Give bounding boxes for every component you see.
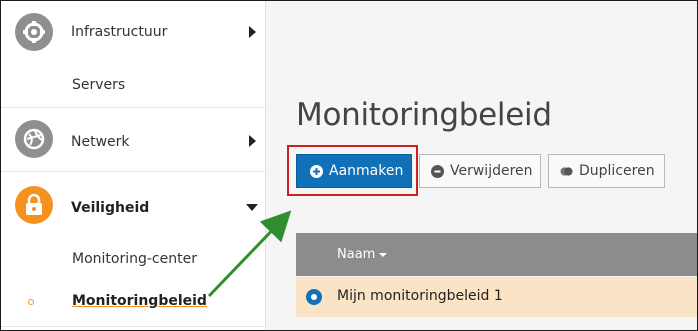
chevron-right-icon: [249, 26, 256, 38]
table-row[interactable]: Mijn monitoringbeleid 1: [296, 277, 697, 317]
sidebar-subitem-label: Monitoring-center: [72, 251, 197, 267]
sidebar-item-security[interactable]: Veiligheid: [1, 172, 265, 242]
create-button[interactable]: Aanmaken: [296, 154, 412, 188]
column-header-name[interactable]: Naam: [337, 247, 388, 262]
app-window: Infrastructuur Servers Netwerk Veilighei…: [0, 0, 698, 331]
sidebar-item-label: Netwerk: [71, 134, 130, 150]
create-button-label: Aanmaken: [329, 163, 404, 179]
plus-icon: [310, 164, 323, 178]
sidebar-item-network[interactable]: Netwerk: [1, 108, 265, 171]
sidebar: Infrastructuur Servers Netwerk Veilighei…: [1, 1, 266, 330]
row-name: Mijn monitoringbeleid 1: [337, 288, 503, 304]
divider: [1, 326, 265, 327]
delete-button-label: Verwijderen: [450, 163, 533, 179]
duplicate-icon: [560, 165, 573, 178]
table-header: Naam: [296, 233, 697, 276]
gear-icon: [15, 13, 53, 51]
globe-icon: [15, 120, 53, 158]
sidebar-subitem-monitoring-center[interactable]: Monitoring-center: [1, 242, 265, 282]
column-header-label: Naam: [337, 247, 376, 262]
chevron-down-icon: [246, 204, 258, 211]
row-radio[interactable]: [306, 289, 322, 305]
sidebar-item-label: Infrastructuur: [71, 24, 168, 40]
sort-caret-icon: [379, 252, 388, 257]
duplicate-button[interactable]: Dupliceren: [548, 154, 665, 188]
sidebar-subitem-label: Servers: [72, 77, 126, 93]
lock-icon: [15, 186, 53, 224]
sidebar-item-infrastructure[interactable]: Infrastructuur: [1, 1, 265, 63]
main-content: Monitoringbeleid Aanmaken Verwijderen Du…: [266, 1, 697, 330]
page-title: Monitoringbeleid: [296, 97, 552, 133]
active-bullet-icon: [28, 299, 34, 305]
delete-button[interactable]: Verwijderen: [419, 154, 541, 188]
sidebar-subitem-label: Monitoringbeleid: [72, 293, 207, 309]
sidebar-item-label: Veiligheid: [71, 200, 150, 216]
sidebar-subitem-servers[interactable]: Servers: [1, 63, 265, 107]
chevron-right-icon: [249, 135, 256, 147]
sidebar-subitem-monitoring-policy[interactable]: Monitoringbeleid: [1, 282, 265, 326]
duplicate-button-label: Dupliceren: [579, 163, 655, 179]
minus-icon: [431, 164, 444, 178]
